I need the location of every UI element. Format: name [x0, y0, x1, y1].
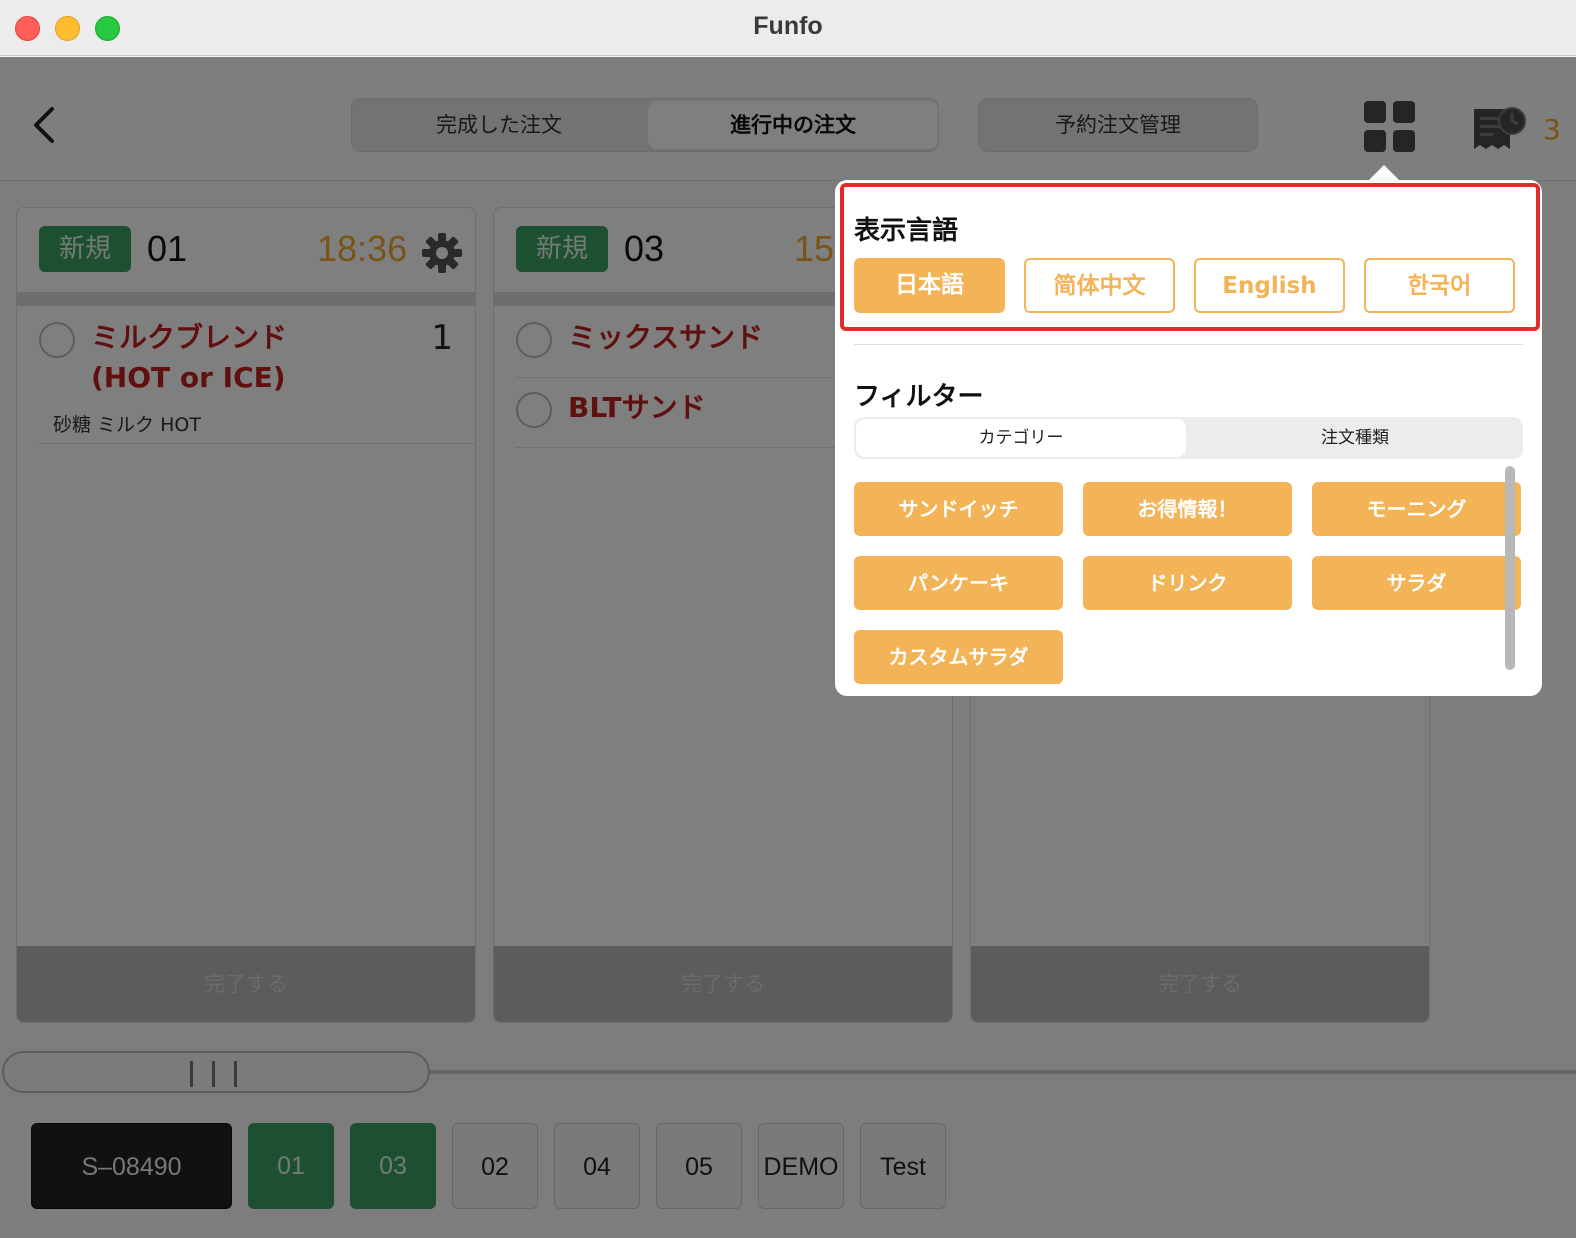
filter-type-tabs: カテゴリー 注文種類	[854, 417, 1523, 459]
category-button[interactable]: お得情報！	[1083, 482, 1292, 536]
filter-section-title: フィルター	[854, 382, 984, 412]
category-button[interactable]: モーニング	[1312, 482, 1521, 536]
category-button[interactable]: パンケーキ	[854, 556, 1063, 610]
section-divider	[854, 344, 1523, 345]
popover-arrow	[1368, 165, 1400, 181]
tab-order-type[interactable]: 注文種類	[1190, 419, 1520, 457]
category-button[interactable]: カスタムサラダ	[854, 630, 1063, 684]
category-button[interactable]: ドリンク	[1083, 556, 1292, 610]
window-titlebar: Funfo	[0, 0, 1576, 56]
category-button[interactable]: サラダ	[1312, 556, 1521, 610]
tab-category[interactable]: カテゴリー	[856, 419, 1186, 457]
vertical-scrollbar[interactable]	[1505, 466, 1515, 670]
category-button[interactable]: サンドイッチ	[854, 482, 1063, 536]
window-title: Funfo	[753, 12, 823, 40]
language-highlight-box	[840, 183, 1540, 331]
